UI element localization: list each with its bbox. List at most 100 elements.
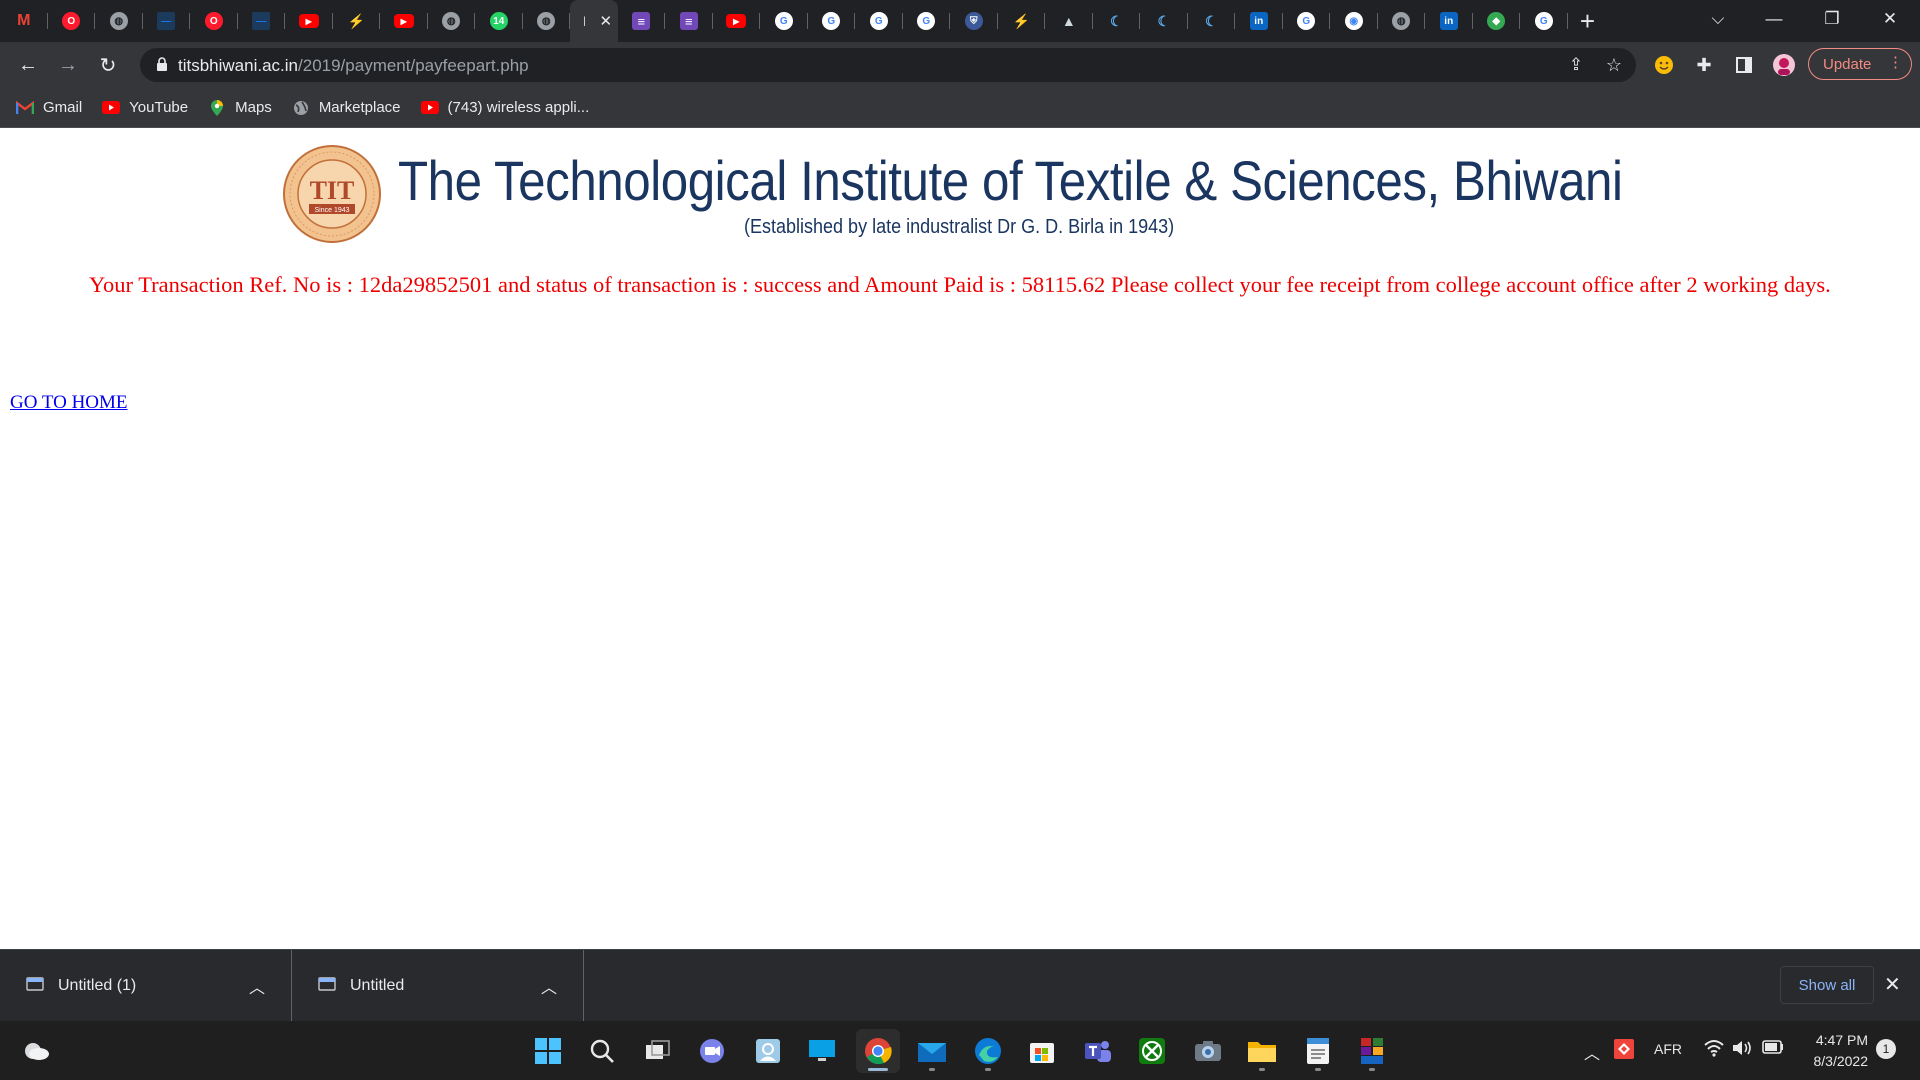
bookmark-wireless[interactable]: (743) wireless appli... [420,99,589,116]
notepad-icon[interactable] [1296,1029,1340,1073]
new-tab-button[interactable]: + [1568,0,1608,42]
tab[interactable]: G [1283,0,1331,42]
tab[interactable]: ▶ [285,0,333,42]
notification-badge[interactable]: 1 [1876,1039,1896,1059]
tab[interactable]: ☾ [1188,0,1236,42]
download-item[interactable]: Untitled (1) ︿ [0,950,292,1022]
anydesk-tray-icon[interactable] [1614,1039,1634,1062]
chevron-up-icon[interactable]: ︿ [541,974,557,998]
edge-icon[interactable] [966,1029,1010,1073]
tab[interactable]: ⛨ [950,0,998,42]
tab-active[interactable]: | ✕ [570,0,618,42]
bookmark-gmail[interactable]: Gmail [16,99,82,116]
volume-icon[interactable] [1732,1039,1754,1060]
tab[interactable]: G [760,0,808,42]
tab[interactable]: G [855,0,903,42]
tab[interactable]: O [190,0,238,42]
close-downloads-icon[interactable]: ✕ [1884,972,1901,997]
close-window-button[interactable]: ✕ [1862,0,1918,38]
tab[interactable]: — [143,0,191,42]
winrar-icon[interactable] [1350,1029,1394,1073]
download-item[interactable]: Untitled ︿ [292,950,584,1022]
chevron-up-icon[interactable]: ︿ [1584,1040,1600,1064]
update-button[interactable]: Update ⋮ [1808,48,1912,80]
clock[interactable]: 4:47 PM 8/3/2022 [1804,1030,1869,1072]
go-to-home-link[interactable]: GO TO HOME [10,392,128,414]
tab[interactable]: ☾ [1140,0,1188,42]
tab[interactable]: ◍ [523,0,571,42]
tab-search-chevron-icon[interactable]: ⌵ [1690,0,1746,38]
tab[interactable]: 14 [475,0,523,42]
search-icon[interactable] [580,1029,624,1073]
tab[interactable]: M [0,0,48,42]
xbox-icon[interactable] [1130,1029,1174,1073]
battery-icon[interactable] [1762,1040,1784,1057]
tab[interactable]: ▶ [380,0,428,42]
mountain-icon: ▲ [1061,13,1076,29]
weather-widget-icon[interactable] [14,1029,58,1073]
minimize-button[interactable]: — [1746,0,1802,38]
close-tab-icon[interactable]: ✕ [599,12,612,30]
side-panel-icon[interactable] [1728,49,1760,81]
chrome-taskbar-icon[interactable] [856,1029,900,1073]
tab[interactable]: ☾ [1093,0,1141,42]
bookmark-marketplace[interactable]: Marketplace [292,99,401,116]
bookmark-label: YouTube [129,99,189,116]
store-icon[interactable] [1020,1029,1064,1073]
more-menu-icon[interactable]: ⋮ [1888,53,1903,71]
photos-frame-icon[interactable] [746,1029,790,1073]
chat-icon[interactable] [690,1029,734,1073]
teams-icon[interactable] [1076,1029,1120,1073]
task-view-icon[interactable] [636,1029,680,1073]
back-button[interactable]: ← [12,49,44,81]
tab[interactable]: ◍ [428,0,476,42]
tab[interactable]: — [238,0,286,42]
tab[interactable]: in [1235,0,1283,42]
tab[interactable]: ≡ [665,0,713,42]
youtube-icon: ▶ [393,14,414,28]
opera-icon: O [204,12,223,30]
extensions-puzzle-icon[interactable]: ✚ [1688,49,1720,81]
tab[interactable]: ◉ [1330,0,1378,42]
restore-button[interactable]: ❐ [1804,0,1860,38]
bolt-icon: ⚡ [347,12,365,29]
start-button[interactable] [526,1029,570,1073]
remote-desktop-icon[interactable] [800,1029,844,1073]
profile-avatar[interactable] [1768,49,1800,81]
tab[interactable]: ▶ [713,0,761,42]
tab[interactable]: O [48,0,96,42]
emoji-extension-icon[interactable] [1648,49,1680,81]
file-explorer-icon[interactable] [1240,1029,1284,1073]
tab[interactable]: ◆ [1473,0,1521,42]
tab[interactable]: ◍ [1378,0,1426,42]
chevron-up-icon[interactable]: ︿ [249,974,265,998]
browser-toolbar: ← → ↻ titsbhiwani.ac.in/2019/payment/pay… [0,42,1920,88]
youtube-icon [420,101,439,115]
tab[interactable]: ⚡ [333,0,381,42]
forward-button[interactable]: → [52,49,84,81]
tab[interactable]: ≡ [618,0,666,42]
wifi-icon[interactable] [1704,1039,1724,1060]
bookmark-youtube[interactable]: YouTube [102,99,188,116]
linkedin-icon: in [1249,12,1268,30]
tab[interactable]: ▲ [1045,0,1093,42]
bookmark-star-icon[interactable]: ☆ [1598,49,1630,81]
tab[interactable]: G [903,0,951,42]
mail-icon[interactable] [910,1029,954,1073]
share-icon[interactable]: ⇪ [1560,49,1592,81]
tab[interactable]: in [1425,0,1473,42]
address-bar[interactable]: titsbhiwani.ac.in/2019/payment/payfeepar… [140,48,1636,82]
logo-since: Since 1943 [314,207,349,214]
lock-icon[interactable] [156,57,168,72]
bookmark-maps[interactable]: Maps [208,99,272,116]
reload-button[interactable]: ↻ [92,49,124,81]
tab[interactable]: ◍ [95,0,143,42]
language-indicator[interactable]: AFR [1654,1041,1682,1057]
camera-icon[interactable] [1186,1029,1230,1073]
show-all-button[interactable]: Show all [1780,966,1874,1004]
tab[interactable]: ⚡ [998,0,1046,42]
tab[interactable]: G [1520,0,1568,42]
download-name: Untitled [350,977,405,994]
tab[interactable]: G [808,0,856,42]
bookmark-label: Gmail [43,99,83,116]
